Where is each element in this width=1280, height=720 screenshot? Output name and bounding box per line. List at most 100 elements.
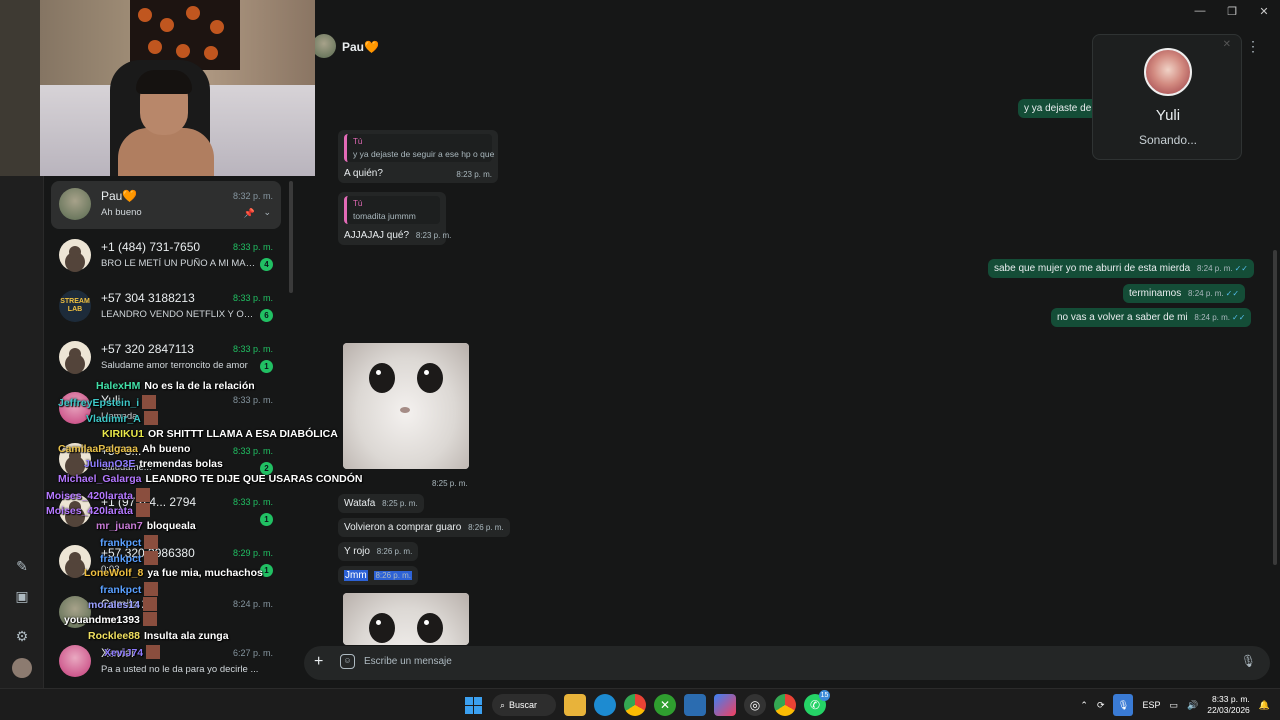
incoming-message-selected[interactable]: Jmm 8:26 p. m. xyxy=(338,566,419,585)
message-time: 8:26 p. m. xyxy=(376,547,413,556)
message-text: Jmm xyxy=(344,570,368,581)
chat-item[interactable]: +57 320 2847113 8:33 p. m. Saludame amor… xyxy=(51,334,281,382)
chat-item-pau[interactable]: Pau🧡 8:32 p. m. Ah bueno 📌 ⌄ xyxy=(51,181,281,229)
minimize-button[interactable]: — xyxy=(1184,0,1216,22)
chevron-down-icon[interactable]: ⌄ xyxy=(263,207,271,218)
chat-item[interactable]: +57 3... 8:33 p. m. Saludame... 2 xyxy=(51,436,281,484)
chat-item[interactable]: Xavier 6:27 p. m. Pa a usted no le da pa… xyxy=(51,638,281,686)
chat-name: +57 304 3188213 xyxy=(101,291,195,305)
chat-name: +57 3... xyxy=(101,444,142,458)
conversation-scrollbar[interactable] xyxy=(1273,250,1277,565)
chat-time: 8:33 p. m. xyxy=(232,395,273,405)
quoted-message[interactable]: Tú tomadita jummm xyxy=(344,196,440,224)
avatar xyxy=(59,188,91,220)
message-text: AJJAJAJ qué? xyxy=(344,230,410,241)
webcam-overlay xyxy=(0,0,315,176)
incoming-message[interactable]: Y rojo 8:26 p. m. xyxy=(338,542,419,561)
chat-time: 8:33 p. m. xyxy=(232,497,273,507)
unread-badge: 6 xyxy=(260,309,273,322)
chat-name: +57 320 2847113 xyxy=(101,342,194,356)
message-time: 8:24 p. m. xyxy=(1194,313,1230,322)
xbox-icon[interactable]: ✕ xyxy=(654,694,676,716)
profile-avatar[interactable] xyxy=(12,658,32,678)
avatar xyxy=(59,645,91,677)
chat-preview: LEANDRO VENDO NETFLIX Y OTRA... xyxy=(101,309,259,320)
language-indicator[interactable]: ESP xyxy=(1142,700,1160,710)
taskbar-apps: ⌕ Buscar ✕ ◎ ✆ 15 xyxy=(462,690,830,717)
cat-face-image xyxy=(343,343,469,469)
copilot-icon[interactable] xyxy=(714,694,736,716)
volume-icon[interactable]: 🔊 xyxy=(1187,700,1198,711)
window-controls: — ❐ ✕ xyxy=(1184,0,1280,22)
default-avatar-icon xyxy=(59,443,91,475)
avatar xyxy=(59,392,91,424)
system-tray: ⌃ ⟳ 🎙 ESP ▭ 🔊 8:33 p. m. 22/03/2026 🔔 xyxy=(1080,693,1270,717)
message-input[interactable] xyxy=(364,656,1214,667)
whatsapp-icon[interactable]: ✆ 15 xyxy=(804,690,830,716)
chat-item[interactable]: +1 (973) 4... 2794 8:33 p. m. 1 xyxy=(51,487,281,535)
chat-preview: Saludame... xyxy=(101,462,152,473)
chat-preview: Ah bueno xyxy=(101,207,142,218)
close-icon[interactable]: ✕ xyxy=(1223,39,1231,50)
chevron-up-icon[interactable]: ⌃ xyxy=(1080,700,1088,711)
more-options-icon[interactable]: ⋮ xyxy=(1246,38,1260,55)
search-icon: ⌕ xyxy=(500,699,506,710)
message-time: 8:26 p. m. xyxy=(374,571,413,580)
close-button[interactable]: ✕ xyxy=(1248,0,1280,22)
media-icon[interactable]: ▣ xyxy=(14,588,30,604)
settings-gear-icon[interactable]: ⚙ xyxy=(14,628,30,644)
chrome-icon[interactable] xyxy=(624,694,646,716)
cat-face-image xyxy=(343,593,469,645)
microphone-icon[interactable]: 🎙 xyxy=(1241,654,1256,668)
display-icon[interactable]: ▭ xyxy=(1170,700,1179,711)
incoming-message[interactable]: Tú y ya dejaste de seguir a ese hp o que… xyxy=(338,130,498,183)
chat-list-scrollbar[interactable] xyxy=(289,181,293,293)
attach-plus-icon[interactable]: + xyxy=(314,653,323,671)
chat-item[interactable]: +1 (484) 731-7650 8:33 p. m. BRO LE METÍ… xyxy=(51,232,281,280)
start-windows-icon[interactable] xyxy=(462,694,484,716)
chat-item[interactable]: STREAM LAB +57 304 3188213 8:33 p. m. LEA… xyxy=(51,283,281,331)
clock[interactable]: 8:33 p. m. 22/03/2026 xyxy=(1207,694,1250,716)
outgoing-message[interactable]: no vas a volver a saber de mi 8:24 p. m.… xyxy=(1051,308,1252,327)
chat-name: +1 (484) 731-7650 xyxy=(101,240,201,254)
obs-icon[interactable]: ◎ xyxy=(744,694,766,716)
taskbar-search[interactable]: ⌕ Buscar xyxy=(492,694,556,716)
file-explorer-icon[interactable] xyxy=(564,694,586,716)
contact-avatar[interactable] xyxy=(312,34,336,58)
photos-icon[interactable] xyxy=(684,694,706,716)
microphone-active-icon[interactable]: 🎙 xyxy=(1113,694,1134,716)
taskbar: ⌕ Buscar ✕ ◎ ✆ 15 ⌃ ⟳ 🎙 ESP ▭ 🔊 8:33 p. m.… xyxy=(0,688,1280,720)
maximize-button[interactable]: ❐ xyxy=(1216,0,1248,22)
notification-icon[interactable]: 🔔 xyxy=(1259,700,1270,711)
chrome-profile-icon[interactable] xyxy=(774,694,796,716)
edge-icon[interactable] xyxy=(594,694,616,716)
chat-item[interactable]: Camilo 2 8:24 p. m. ...an xyxy=(51,589,281,637)
outgoing-message[interactable]: terminamos 8:24 p. m. ✓✓ xyxy=(1123,284,1246,303)
quoted-message[interactable]: Tú y ya dejaste de seguir a ese hp o que xyxy=(344,134,494,162)
sticker-emoji-icon[interactable]: ☺ xyxy=(340,654,355,669)
message-time: 8:26 p. m. xyxy=(468,523,504,532)
network-sync-icon[interactable]: ⟳ xyxy=(1097,700,1105,711)
quote-author: Tú xyxy=(353,137,363,146)
chat-time: 8:33 p. m. xyxy=(232,242,273,252)
chat-time: 8:32 p. m. xyxy=(232,191,273,201)
cat-image[interactable] xyxy=(343,343,469,469)
whatsapp-badge: 15 xyxy=(819,690,830,701)
chat-preview: BRO LE METÍ UN PUÑO A MI MAM... xyxy=(101,258,259,269)
incoming-message[interactable]: Volvieron a comprar guaro 8:26 p. m. xyxy=(338,518,510,537)
pin-icon: 📌 xyxy=(243,208,255,218)
incoming-message[interactable]: Watafa 8:25 p. m. xyxy=(338,494,424,513)
outgoing-message[interactable]: sabe que mujer yo me aburri de esta mier… xyxy=(988,259,1254,278)
chat-name: Yuli xyxy=(101,393,121,407)
status-icon[interactable]: ✎ xyxy=(14,558,30,574)
chat-time: 8:24 p. m. xyxy=(232,599,273,609)
message-text: Watafa xyxy=(344,498,376,509)
message-time: 8:24 p. m. xyxy=(1188,289,1224,298)
incoming-message[interactable]: Tú tomadita jummm AJJAJAJ qué? 8:23 p. m… xyxy=(338,192,451,245)
incoming-call-popup[interactable]: ✕ Yuli Sonando... xyxy=(1092,34,1242,160)
chat-item-yuli[interactable]: Yuli 8:33 p. m. Llamada xyxy=(51,385,281,433)
chat-preview: 0:03 xyxy=(101,564,120,575)
image-time: 8:25 p. m. xyxy=(432,479,468,488)
cat-image[interactable] xyxy=(343,593,469,645)
chat-item[interactable]: +57 320 3986380 8:29 p. m. 0:03 1 xyxy=(51,538,281,586)
